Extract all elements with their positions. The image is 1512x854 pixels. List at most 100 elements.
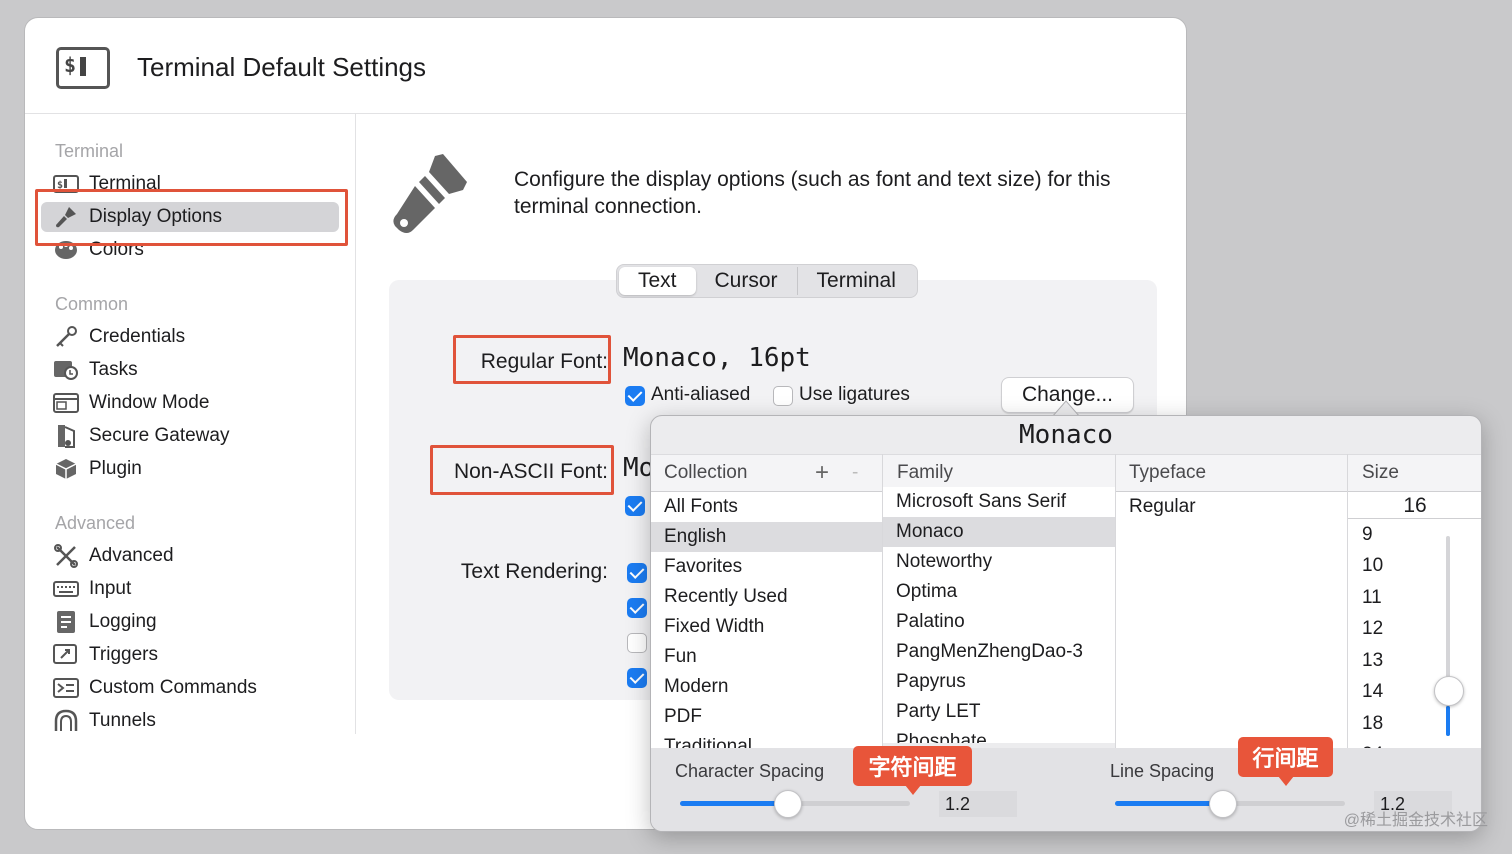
- tab-text[interactable]: Text: [619, 267, 696, 295]
- highlight-non-ascii-font: [430, 445, 614, 495]
- highlight-regular-font: [453, 335, 611, 384]
- size-header: Size: [1362, 462, 1399, 483]
- section-header-advanced: Advanced: [55, 513, 136, 533]
- tools-icon: [53, 544, 79, 568]
- section-header-terminal: Terminal: [55, 141, 124, 161]
- size-option[interactable]: 13: [1348, 645, 1481, 676]
- sidebar-item-tasks[interactable]: Tasks: [53, 355, 343, 385]
- regular-font-value: Monaco, 16pt: [623, 343, 811, 373]
- list-item[interactable]: All Fonts: [651, 492, 882, 522]
- sidebar-item-input[interactable]: Input: [53, 574, 343, 604]
- tab-terminal[interactable]: Terminal: [798, 267, 915, 295]
- list-item[interactable]: Optima: [883, 577, 1115, 607]
- collection-list: All Fonts English Favorites Recently Use…: [651, 492, 882, 748]
- size-option[interactable]: 18: [1348, 708, 1481, 739]
- list-item[interactable]: Fixed Width: [651, 612, 882, 642]
- list-item[interactable]: Fun: [651, 642, 882, 672]
- sidebar-item-window-mode[interactable]: Window Mode: [53, 388, 343, 418]
- list-item[interactable]: Microsoft Sans Serif: [883, 487, 1115, 517]
- character-spacing-knob[interactable]: [774, 790, 803, 818]
- keyboard-icon: [53, 577, 79, 601]
- log-icon: [53, 610, 79, 634]
- sidebar-item-label: Advanced: [89, 545, 174, 566]
- sidebar-item-label: Secure Gateway: [89, 425, 230, 446]
- list-item[interactable]: Traditional: [651, 732, 882, 748]
- sidebar-item-triggers[interactable]: Triggers: [53, 640, 343, 670]
- line-spacing-knob[interactable]: [1209, 790, 1238, 818]
- key-icon: [53, 325, 79, 349]
- add-collection-button[interactable]: +: [815, 454, 829, 492]
- font-preview-title: Monaco: [1019, 420, 1113, 450]
- size-slider-fill: [1446, 706, 1450, 736]
- list-item[interactable]: Modern: [651, 672, 882, 702]
- sidebar-item-label: Tunnels: [89, 710, 156, 731]
- character-spacing-label: Character Spacing: [675, 761, 825, 781]
- sidebar-item-label: Plugin: [89, 458, 142, 479]
- size-input[interactable]: 16: [1348, 492, 1481, 519]
- list-item[interactable]: Papyrus: [883, 667, 1115, 697]
- character-spacing-fill: [680, 801, 789, 806]
- sidebar-item-advanced[interactable]: Advanced: [53, 541, 343, 571]
- line-spacing-callout: 行间距: [1238, 737, 1333, 786]
- gateway-icon: [53, 424, 79, 448]
- anti-aliased-checkbox[interactable]: [625, 386, 645, 406]
- brush-icon: [393, 154, 467, 233]
- sidebar-item-label: Triggers: [89, 644, 158, 665]
- size-list: 16 9 10 11 12 13 14 18 24: [1348, 492, 1481, 748]
- line-spacing-fill: [1115, 801, 1224, 806]
- window-icon: [53, 391, 79, 415]
- list-item[interactable]: Phosphate: [883, 727, 1115, 743]
- sidebar-item-custom-commands[interactable]: Custom Commands: [53, 673, 343, 703]
- tab-cursor[interactable]: Cursor: [696, 267, 798, 295]
- list-item[interactable]: Recently Used: [651, 582, 882, 612]
- text-rendering-checkbox-1[interactable]: [627, 563, 647, 583]
- sidebar-item-plugin[interactable]: Plugin: [53, 454, 343, 484]
- typeface-list: Regular: [1116, 492, 1347, 748]
- command-icon: [53, 676, 79, 700]
- character-spacing-value[interactable]: 1.2: [939, 791, 1017, 817]
- non-ascii-anti-aliased-checkbox[interactable]: [625, 496, 645, 516]
- list-item[interactable]: Palatino: [883, 607, 1115, 637]
- use-ligatures-label: Use ligatures: [799, 384, 910, 405]
- size-option[interactable]: 24: [1348, 739, 1481, 748]
- sidebar-item-label: Tasks: [89, 359, 138, 380]
- list-item[interactable]: PangMenZhengDao-3: [883, 637, 1115, 667]
- size-option[interactable]: 10: [1348, 550, 1481, 581]
- sidebar-item-label: Input: [89, 578, 132, 599]
- text-rendering-checkbox-3[interactable]: [627, 633, 647, 653]
- use-ligatures-checkbox[interactable]: [773, 386, 793, 406]
- size-slider-knob[interactable]: [1434, 676, 1464, 706]
- sidebar-item-label: Window Mode: [89, 392, 210, 413]
- trigger-icon: [53, 643, 79, 667]
- description-text: Configure the display options (such as f…: [514, 168, 1111, 218]
- list-item[interactable]: Monaco: [883, 517, 1115, 547]
- list-item[interactable]: Party LET: [883, 697, 1115, 727]
- tab-bar: Text Cursor Terminal: [616, 264, 918, 298]
- cube-icon: [53, 457, 79, 481]
- list-item[interactable]: Noteworthy: [883, 547, 1115, 577]
- text-rendering-checkbox-4[interactable]: [627, 668, 647, 688]
- terminal-icon: $: [56, 47, 110, 89]
- text-rendering-label: Text Rendering:: [460, 560, 608, 583]
- sidebar: Terminal $ Terminal Display Options Colo…: [25, 114, 356, 734]
- collection-header: Collection: [664, 462, 748, 483]
- size-option[interactable]: 9: [1348, 519, 1481, 550]
- list-item[interactable]: Favorites: [651, 552, 882, 582]
- remove-collection-button[interactable]: -: [852, 454, 858, 492]
- sidebar-item-label: Custom Commands: [89, 677, 257, 698]
- sidebar-item-label: Logging: [89, 611, 157, 632]
- character-spacing-callout: 字符间距: [853, 746, 972, 795]
- title-bar: $ Terminal Default Settings: [25, 18, 1186, 114]
- anti-aliased-label: Anti-aliased: [651, 384, 751, 405]
- list-item[interactable]: Regular: [1116, 492, 1347, 522]
- list-item[interactable]: English: [651, 522, 882, 552]
- size-option[interactable]: 11: [1348, 582, 1481, 613]
- text-rendering-checkbox-2[interactable]: [627, 598, 647, 618]
- sidebar-item-secure-gateway[interactable]: Secure Gateway: [53, 421, 343, 451]
- sidebar-item-credentials[interactable]: Credentials: [53, 322, 343, 352]
- list-item[interactable]: PDF: [651, 702, 882, 732]
- sidebar-item-logging[interactable]: Logging: [53, 607, 343, 637]
- tasks-icon: [53, 358, 79, 382]
- sidebar-item-tunnels[interactable]: Tunnels: [53, 706, 343, 736]
- size-option[interactable]: 12: [1348, 613, 1481, 644]
